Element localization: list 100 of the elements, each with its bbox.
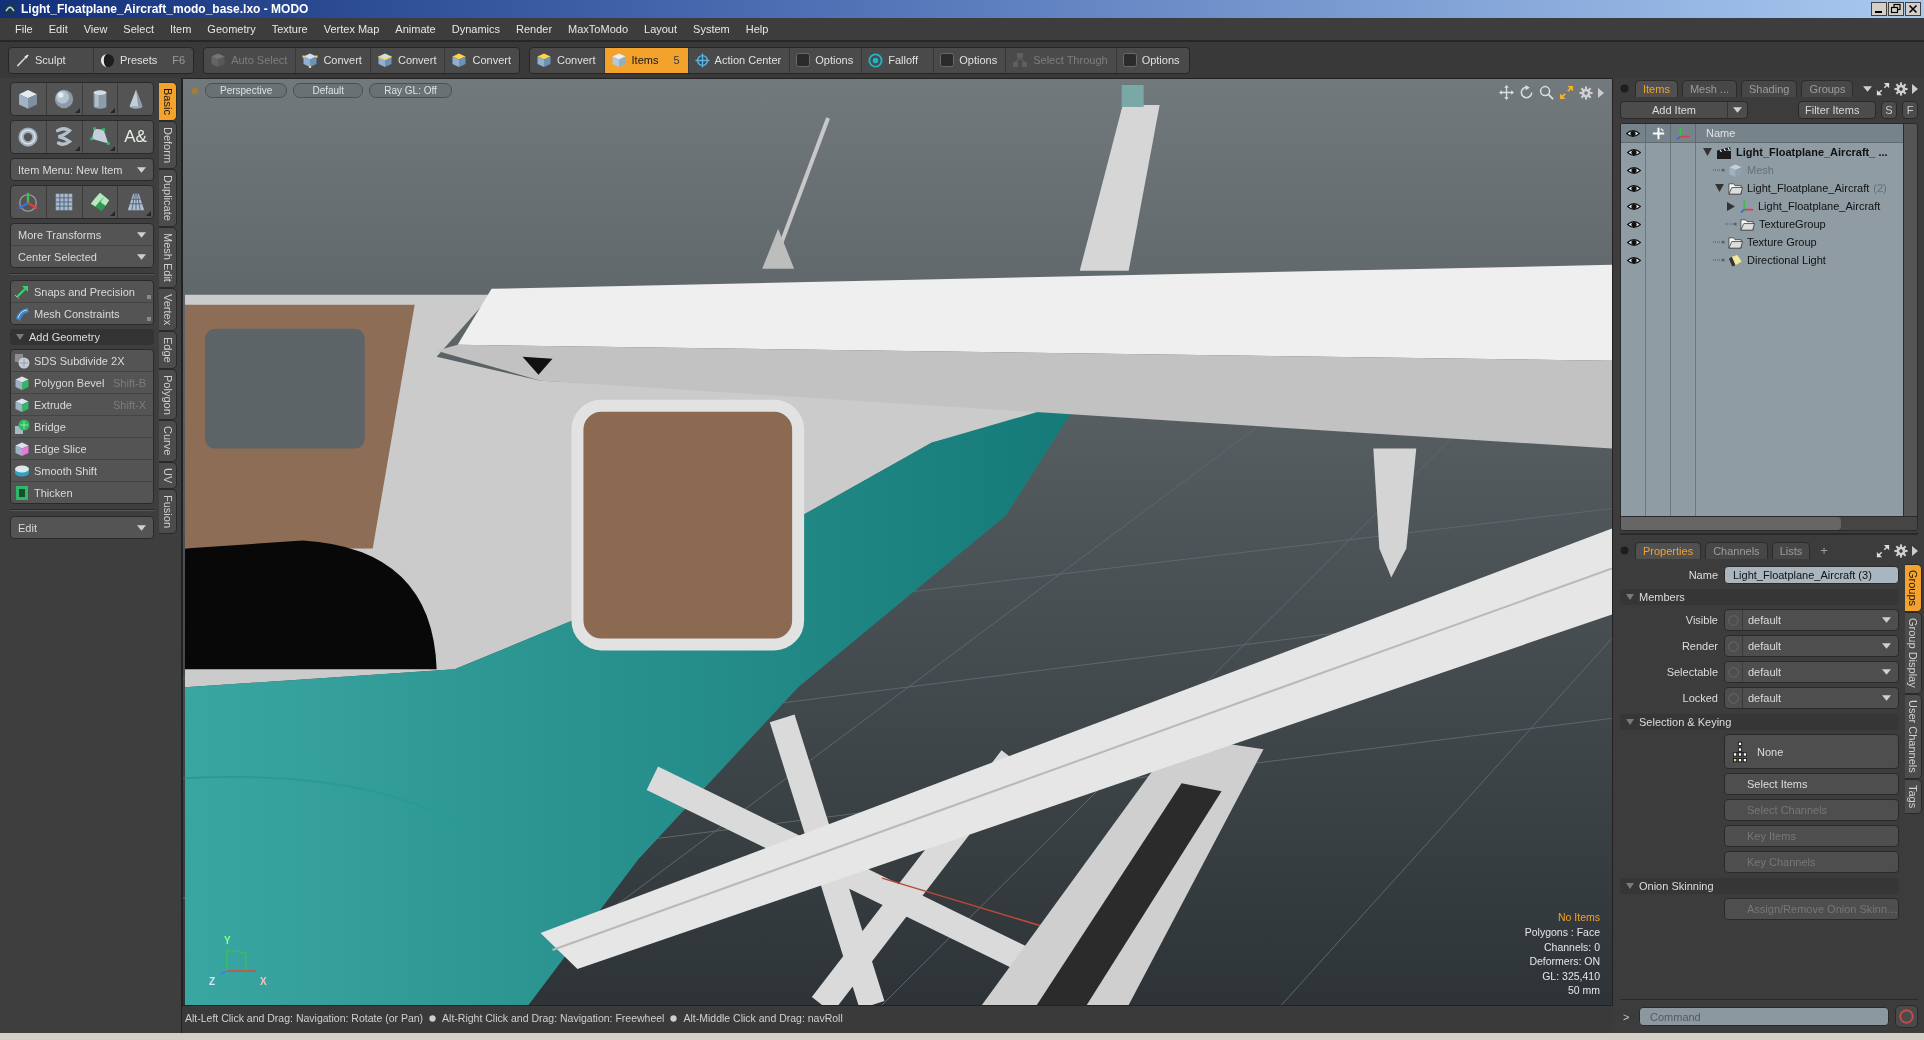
caret-right-icon[interactable]	[1912, 83, 1918, 94]
caret-down-icon[interactable]	[1714, 184, 1724, 192]
vertical-tab[interactable]: Curve	[159, 420, 177, 462]
rotate-icon[interactable]	[1519, 85, 1534, 100]
vertical-tab[interactable]: Group Display	[1905, 612, 1922, 694]
action-button[interactable]: Select Items	[1724, 773, 1899, 795]
toolbar-button[interactable]: Presets F6	[94, 47, 194, 73]
menu-item[interactable]: Texture	[263, 23, 316, 35]
dropdown[interactable]: default	[1724, 609, 1899, 631]
tool-button[interactable]: Edge Slice	[11, 438, 153, 460]
vertical-tab[interactable]: Fusion	[159, 489, 177, 535]
gear-icon[interactable]	[1894, 543, 1908, 558]
view-option-button[interactable]: Ray GL: Off	[369, 83, 452, 98]
dropdown[interactable]: Item Menu: New Item	[11, 159, 153, 180]
tree-item-label[interactable]: Light_Floatplane_Aircraft	[1756, 200, 1883, 212]
panel-tab[interactable]: Shading	[1741, 80, 1798, 97]
vertical-tab[interactable]: Polygon	[159, 368, 177, 421]
minimize-icon[interactable]	[1871, 2, 1887, 16]
tool-button[interactable]: Bridge	[11, 416, 153, 438]
dropdown[interactable]: Edit	[11, 517, 153, 538]
tool-button[interactable]: Smooth Shift	[11, 460, 153, 482]
dot-icon[interactable]	[1620, 546, 1629, 555]
menu-item[interactable]: Animate	[387, 23, 444, 35]
section-header[interactable]: Selection & Keying	[1620, 714, 1899, 730]
tool-button[interactable]: Mesh Constraints	[11, 303, 153, 324]
caret-down-icon[interactable]	[1863, 85, 1872, 92]
eye-icon[interactable]	[1626, 255, 1641, 265]
vertical-tab[interactable]: Vertex	[159, 287, 177, 331]
eye-icon[interactable]	[1626, 237, 1641, 247]
toolbar-button[interactable]: Convert	[296, 47, 371, 73]
view-option-button[interactable]: Perspective	[205, 83, 288, 98]
vertical-scrollbar[interactable]	[1903, 124, 1917, 516]
panel-tab[interactable]: Lists	[1771, 542, 1811, 559]
panel-tab[interactable]: Properties	[1635, 542, 1702, 559]
toolbar-button[interactable]: Items 5	[604, 47, 689, 73]
toolbar-button[interactable]: Falloff	[862, 47, 935, 73]
command-field[interactable]: Command	[1639, 1007, 1889, 1026]
vertical-tab[interactable]: User Channels	[1905, 693, 1922, 779]
3d-viewport[interactable]: Perspective Default Ray GL: Off Y Z X No Items Polygons : Face Channels: 0 Deformers: ON GL: 325,410 50 mm	[182, 78, 1613, 1006]
close-icon[interactable]	[1905, 2, 1921, 16]
eye-icon[interactable]	[1626, 201, 1641, 211]
add-item-button[interactable]: Add Item	[1620, 101, 1748, 119]
vertical-tab[interactable]: Tags	[1905, 778, 1922, 814]
toolbar-button[interactable]: Options	[1116, 47, 1189, 73]
panel-tab[interactable]: Channels	[1705, 542, 1768, 559]
section-header[interactable]: Onion Skinning	[1620, 878, 1899, 894]
toolbar-button[interactable]: Convert	[530, 47, 605, 73]
tool-button[interactable]: SDS Subdivide 2X	[11, 350, 153, 372]
toolbar-button[interactable]: Options	[934, 47, 1007, 73]
eye-icon[interactable]	[1626, 219, 1641, 229]
dropdown[interactable]: default	[1724, 635, 1899, 657]
menu-item[interactable]: Select	[115, 23, 162, 35]
panel-tab[interactable]: Groups	[1801, 80, 1854, 97]
panel-tab[interactable]: Mesh ...	[1681, 80, 1738, 97]
restore-icon[interactable]	[1888, 2, 1904, 16]
expand-arrows-icon[interactable]	[1876, 81, 1890, 96]
eye-icon[interactable]	[1626, 147, 1641, 157]
menu-item[interactable]: System	[685, 23, 738, 35]
vertical-tab[interactable]: Duplicate	[159, 168, 177, 227]
tree-item-label[interactable]: Directional Light	[1745, 254, 1828, 266]
menu-item[interactable]: Layout	[636, 23, 686, 35]
toggle-button[interactable]: F	[1902, 101, 1918, 119]
vertical-tab[interactable]: Edge	[159, 330, 177, 369]
caret-right-icon[interactable]	[1727, 201, 1735, 211]
name-field[interactable]: Light_Floatplane_Aircraft (3)	[1724, 566, 1899, 584]
section-header[interactable]: Members	[1620, 589, 1899, 605]
tree-item-label[interactable]: Light_Floatplane_Aircraft	[1745, 182, 1872, 194]
gear-icon[interactable]	[1894, 81, 1908, 96]
action-button[interactable]: None	[1724, 734, 1899, 769]
scroll-thumb[interactable]	[1621, 517, 1841, 530]
toolbar-button[interactable]: Sculpt	[9, 47, 94, 73]
menu-item[interactable]: Vertex Map	[315, 23, 388, 35]
magnifier-icon[interactable]	[1539, 85, 1554, 100]
toolbar-button[interactable]: Convert	[445, 47, 519, 73]
dropdown[interactable]: Center Selected	[11, 246, 153, 267]
menu-item[interactable]: Dynamics	[443, 23, 508, 35]
vertical-tab[interactable]: Deform	[159, 120, 177, 169]
tree-item-label[interactable]: Light_Floatplane_Aircraft_ ...	[1734, 146, 1890, 158]
tree-item-label[interactable]: Texture Group	[1745, 236, 1819, 248]
filter-field[interactable]: Filter Items	[1798, 101, 1876, 119]
dot-icon[interactable]	[1620, 84, 1629, 93]
expand-arrows-icon[interactable]	[1876, 543, 1890, 558]
menu-item[interactable]: View	[75, 23, 116, 35]
tool-button[interactable]: Thicken	[11, 482, 153, 503]
vertical-tab[interactable]: Groups	[1905, 564, 1922, 613]
horizontal-scrollbar[interactable]	[1621, 516, 1917, 530]
view-option-button[interactable]: Default	[293, 83, 364, 98]
section-header[interactable]: Add Geometry	[10, 329, 154, 345]
vertical-tab[interactable]: UV	[159, 461, 177, 490]
eye-icon[interactable]	[1626, 183, 1641, 193]
toolbar-button[interactable]: Convert	[370, 47, 446, 73]
toolbar-button[interactable]: Action Center	[688, 47, 791, 73]
caret-down-icon[interactable]	[1702, 148, 1712, 156]
tree-item-label[interactable]: TextureGroup	[1757, 218, 1828, 230]
menu-item[interactable]: Render	[508, 23, 561, 35]
menu-item[interactable]: File	[7, 23, 41, 35]
menu-item[interactable]: Geometry	[199, 23, 264, 35]
vertical-tab[interactable]: Basic	[159, 82, 177, 121]
toolbar-button[interactable]: Options	[790, 47, 863, 73]
menu-item[interactable]: Edit	[40, 23, 76, 35]
